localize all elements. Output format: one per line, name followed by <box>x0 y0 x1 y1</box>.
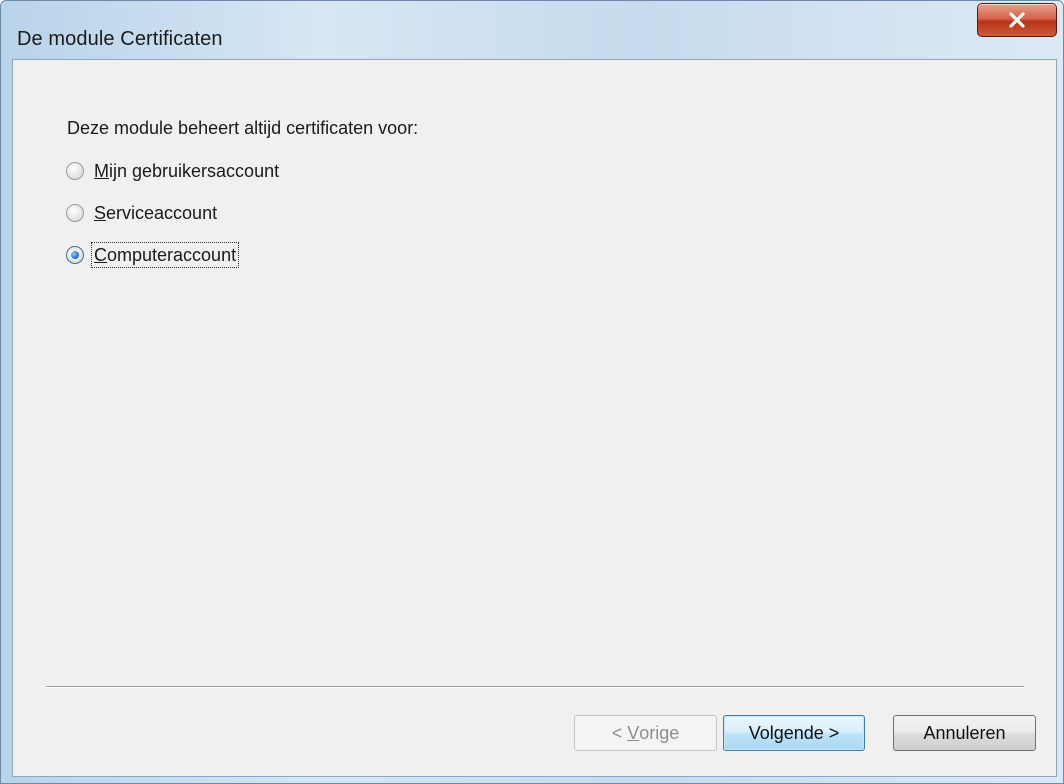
radio-label[interactable]: Serviceaccount <box>92 201 219 225</box>
radio-button[interactable] <box>66 162 84 180</box>
radio-computer-account[interactable]: Computeraccount <box>66 241 240 269</box>
radio-label[interactable]: Mijn gebruikersaccount <box>92 159 281 183</box>
radio-button[interactable] <box>66 204 84 222</box>
dialog-content: Deze module beheert altijd certificaten … <box>12 59 1057 777</box>
next-button[interactable]: Volgende > <box>723 715 865 751</box>
close-icon <box>1007 11 1027 29</box>
radio-service-account[interactable]: Serviceaccount <box>66 199 219 227</box>
prompt-label: Deze module beheert altijd certificaten … <box>67 118 419 138</box>
separator <box>46 686 1024 688</box>
title-bar[interactable]: De module Certificaten <box>1 1 1063 59</box>
radio-button-selected[interactable] <box>66 246 84 264</box>
window-title: De module Certificaten <box>17 28 223 50</box>
cancel-button[interactable]: Annuleren <box>893 715 1036 751</box>
close-button[interactable] <box>977 3 1057 37</box>
radio-my-user-account[interactable]: Mijn gebruikersaccount <box>66 157 281 185</box>
radio-label[interactable]: Computeraccount <box>90 242 240 268</box>
dialog-window: De module Certificaten Deze module behee… <box>0 0 1064 784</box>
back-button[interactable]: < Vorige <box>574 715 717 751</box>
